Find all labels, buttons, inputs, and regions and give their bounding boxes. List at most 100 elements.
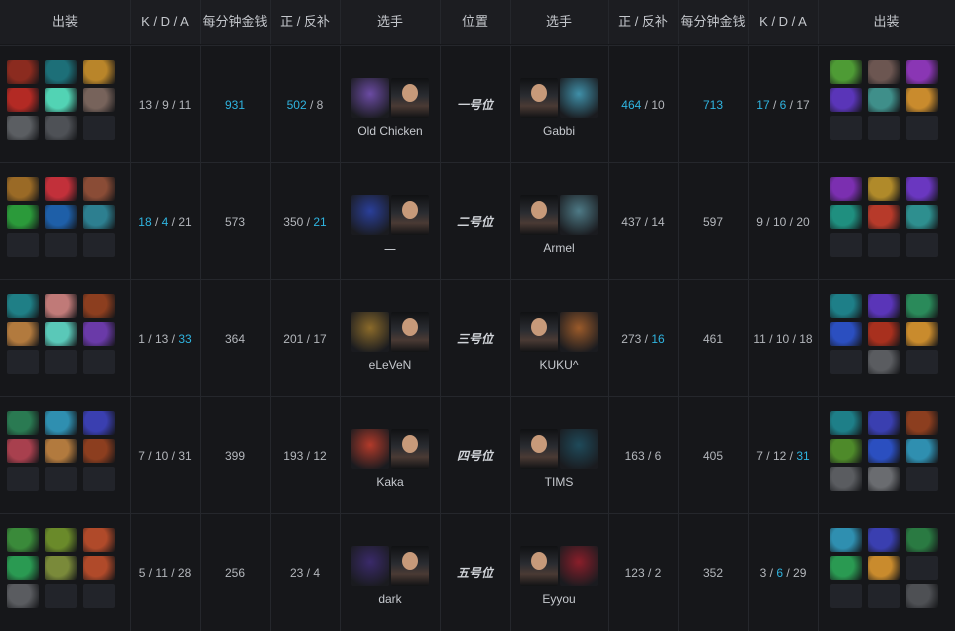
hero-portrait[interactable]: [351, 78, 389, 118]
item-icon[interactable]: [45, 205, 77, 229]
item-icon[interactable]: [830, 322, 862, 346]
item-icon[interactable]: [830, 556, 862, 580]
item-icon[interactable]: [868, 556, 900, 580]
item-icon[interactable]: [45, 88, 77, 112]
player-portraits-left[interactable]: [351, 78, 429, 118]
item-icon[interactable]: [868, 528, 900, 552]
item-icon[interactable]: [7, 294, 39, 318]
item-icon[interactable]: [830, 294, 862, 318]
hero-portrait[interactable]: [560, 195, 598, 235]
item-icon[interactable]: [830, 411, 862, 435]
item-icon[interactable]: [7, 205, 39, 229]
item-icon[interactable]: [45, 60, 77, 84]
player-name-right[interactable]: Eyyou: [509, 592, 609, 606]
item-icon[interactable]: [7, 177, 39, 201]
item-icon[interactable]: [906, 205, 938, 229]
hero-portrait[interactable]: [351, 195, 389, 235]
item-icon[interactable]: [868, 467, 900, 491]
hero-portrait[interactable]: [351, 312, 389, 352]
player-portraits-right[interactable]: [520, 429, 598, 469]
hero-portrait[interactable]: [560, 546, 598, 586]
item-icon[interactable]: [868, 350, 900, 374]
item-icon[interactable]: [906, 294, 938, 318]
item-icon[interactable]: [83, 439, 115, 463]
item-icon[interactable]: [906, 60, 938, 84]
player-avatar[interactable]: [391, 546, 429, 586]
item-icon[interactable]: [7, 411, 39, 435]
player-portraits-left[interactable]: [351, 429, 429, 469]
item-icon[interactable]: [7, 439, 39, 463]
item-icon[interactable]: [45, 116, 77, 140]
player-name-left[interactable]: dark: [340, 592, 440, 606]
item-icon[interactable]: [45, 556, 77, 580]
item-icon[interactable]: [7, 584, 39, 608]
item-icon[interactable]: [830, 439, 862, 463]
item-icon[interactable]: [45, 177, 77, 201]
player-avatar[interactable]: [520, 195, 558, 235]
item-icon[interactable]: [868, 88, 900, 112]
player-avatar[interactable]: [520, 78, 558, 118]
player-name-left[interactable]: eLeVeN: [340, 358, 440, 372]
hero-portrait[interactable]: [351, 546, 389, 586]
item-icon[interactable]: [830, 467, 862, 491]
item-icon[interactable]: [830, 88, 862, 112]
item-icon[interactable]: [830, 177, 862, 201]
player-portraits-right[interactable]: [520, 546, 598, 586]
item-icon[interactable]: [7, 322, 39, 346]
item-icon[interactable]: [906, 88, 938, 112]
item-icon[interactable]: [868, 411, 900, 435]
item-icon[interactable]: [906, 177, 938, 201]
item-icon[interactable]: [906, 528, 938, 552]
player-avatar[interactable]: [391, 195, 429, 235]
player-name-left[interactable]: 一: [340, 241, 440, 258]
item-icon[interactable]: [906, 439, 938, 463]
item-icon[interactable]: [868, 322, 900, 346]
player-avatar[interactable]: [391, 312, 429, 352]
player-portraits-left[interactable]: [351, 312, 429, 352]
item-icon[interactable]: [83, 205, 115, 229]
player-portraits-right[interactable]: [520, 78, 598, 118]
item-icon[interactable]: [868, 177, 900, 201]
item-icon[interactable]: [830, 205, 862, 229]
item-icon[interactable]: [83, 322, 115, 346]
player-name-right[interactable]: KUKU^: [509, 358, 609, 372]
item-icon[interactable]: [45, 294, 77, 318]
item-icon[interactable]: [906, 411, 938, 435]
hero-portrait[interactable]: [351, 429, 389, 469]
item-icon[interactable]: [868, 439, 900, 463]
item-icon[interactable]: [45, 439, 77, 463]
player-name-left[interactable]: Kaka: [340, 475, 440, 489]
player-avatar[interactable]: [520, 546, 558, 586]
player-portraits-left[interactable]: [351, 195, 429, 235]
item-icon[interactable]: [7, 116, 39, 140]
player-avatar[interactable]: [520, 429, 558, 469]
player-name-right[interactable]: Gabbi: [509, 124, 609, 138]
item-icon[interactable]: [830, 528, 862, 552]
player-name-right[interactable]: TIMS: [509, 475, 609, 489]
item-icon[interactable]: [7, 556, 39, 580]
item-icon[interactable]: [83, 528, 115, 552]
item-icon[interactable]: [830, 60, 862, 84]
player-portraits-left[interactable]: [351, 546, 429, 586]
player-avatar[interactable]: [391, 78, 429, 118]
hero-portrait[interactable]: [560, 429, 598, 469]
item-icon[interactable]: [83, 556, 115, 580]
player-avatar[interactable]: [391, 429, 429, 469]
item-icon[interactable]: [868, 294, 900, 318]
item-icon[interactable]: [868, 60, 900, 84]
item-icon[interactable]: [45, 528, 77, 552]
item-icon[interactable]: [83, 60, 115, 84]
item-icon[interactable]: [83, 177, 115, 201]
hero-portrait[interactable]: [560, 312, 598, 352]
item-icon[interactable]: [7, 60, 39, 84]
item-icon[interactable]: [7, 528, 39, 552]
item-icon[interactable]: [7, 88, 39, 112]
player-portraits-right[interactable]: [520, 312, 598, 352]
item-icon[interactable]: [83, 88, 115, 112]
player-avatar[interactable]: [520, 312, 558, 352]
hero-portrait[interactable]: [560, 78, 598, 118]
player-name-right[interactable]: Armel: [509, 241, 609, 255]
item-icon[interactable]: [83, 294, 115, 318]
player-name-left[interactable]: Old Chicken: [340, 124, 440, 138]
item-icon[interactable]: [868, 205, 900, 229]
